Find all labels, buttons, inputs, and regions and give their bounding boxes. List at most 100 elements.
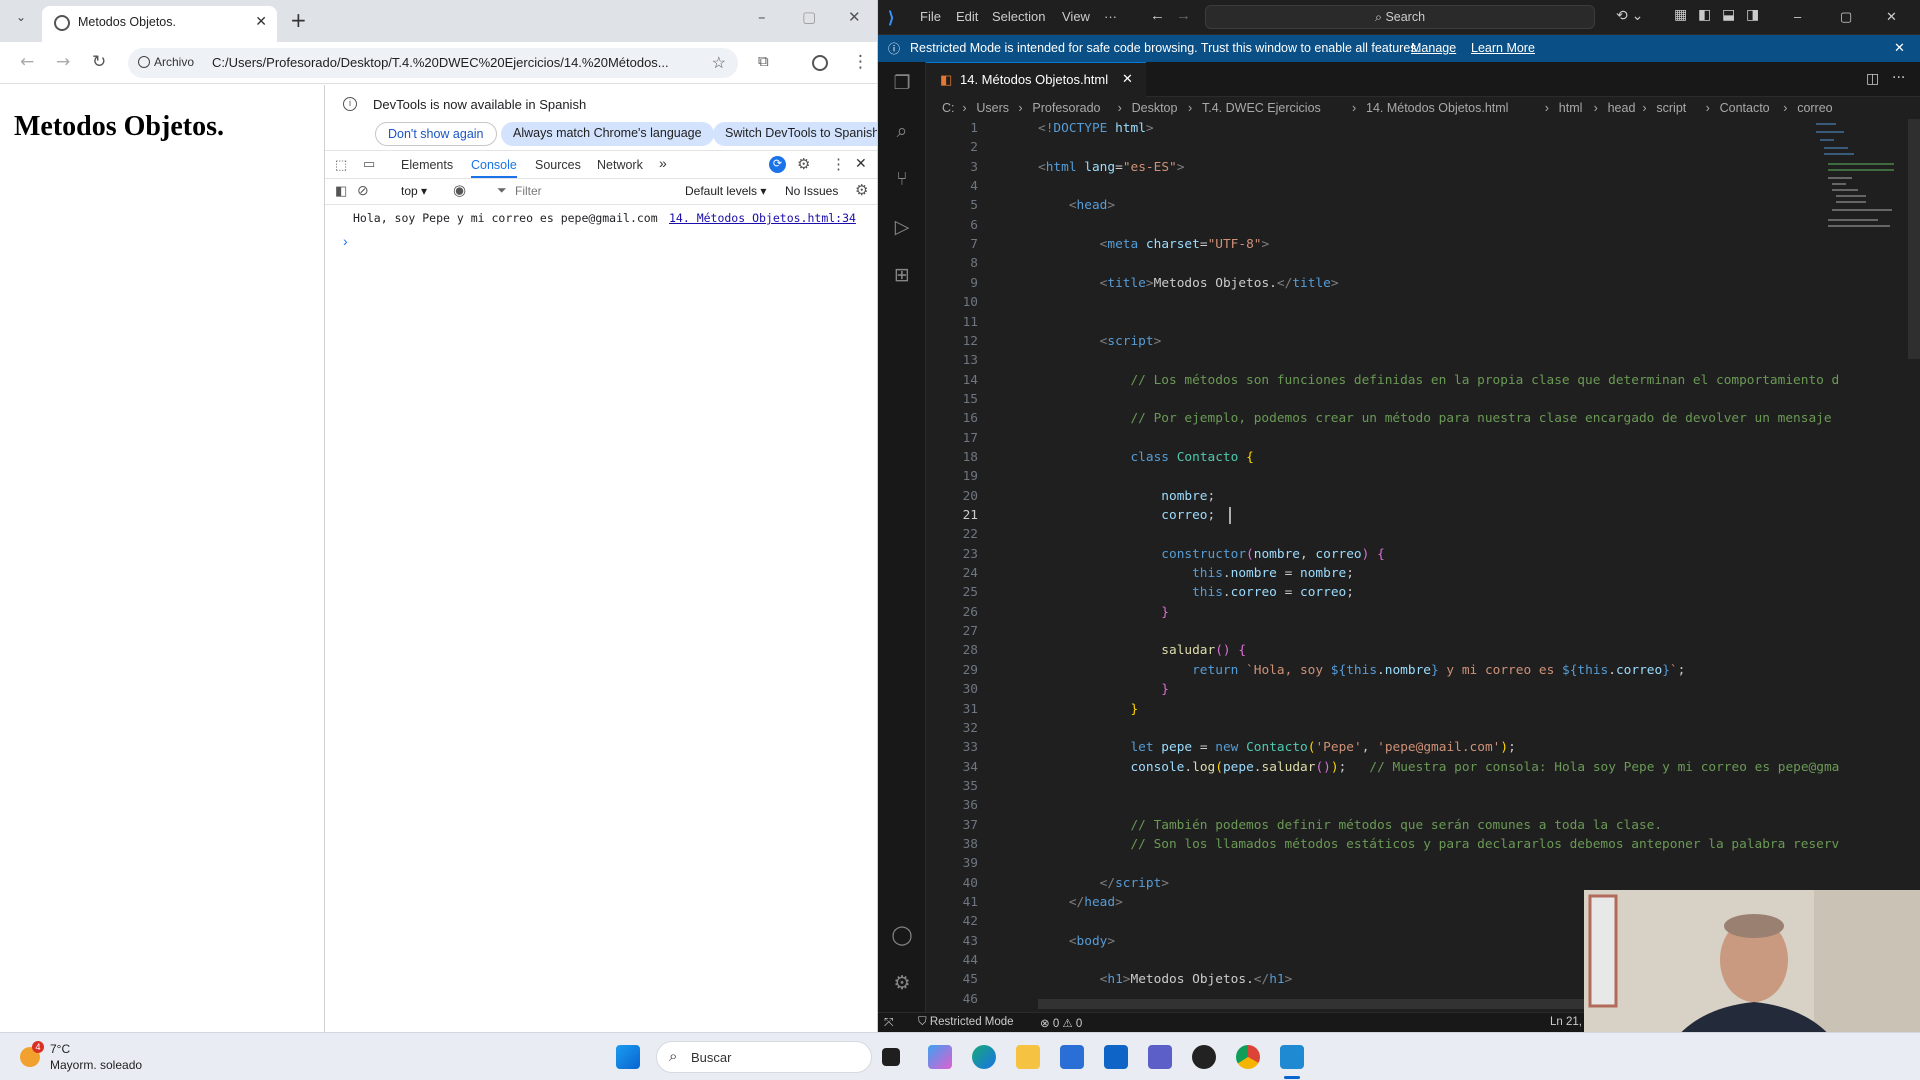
code-line[interactable]: <title>Metodos Objetos.</title>	[1038, 276, 1339, 291]
restricted-mode-status[interactable]: ⛉ Restricted Mode	[918, 1016, 1014, 1029]
toggle-secondary-sidebar-icon[interactable]: ◨	[1746, 6, 1759, 23]
code-line[interactable]: <h1>Metodos Objetos.</h1>	[1038, 972, 1293, 987]
code-line[interactable]: <body>	[1038, 934, 1115, 949]
chrome-icon[interactable]	[1236, 1045, 1260, 1069]
issues-counter[interactable]: No Issues	[785, 184, 838, 198]
code-line[interactable]: }	[1038, 682, 1169, 697]
banner-manage-link[interactable]: Manage	[1411, 41, 1456, 55]
settings-gear-icon[interactable]: ⚙	[797, 155, 810, 173]
minimap[interactable]	[1814, 119, 1898, 239]
menu-view[interactable]: View	[1062, 9, 1090, 24]
breadcrumb-segment[interactable]: Users	[976, 101, 1009, 115]
code-line[interactable]: }	[1038, 702, 1138, 717]
console-settings-gear-icon[interactable]: ⚙	[855, 181, 868, 199]
bookmark-star-icon[interactable]: ☆	[712, 53, 726, 73]
close-devtools-icon[interactable]: ✕	[855, 155, 867, 172]
outlook-icon[interactable]	[1104, 1045, 1128, 1069]
code-line[interactable]: correo;	[1038, 508, 1215, 523]
back-icon[interactable]: ←	[20, 52, 34, 72]
live-expression-eye-icon[interactable]: ◉	[453, 181, 466, 199]
tab-close-icon[interactable]: ✕	[255, 13, 267, 30]
menu-selection[interactable]: Selection	[992, 9, 1045, 24]
code-line[interactable]: <meta charset="UTF-8">	[1038, 237, 1270, 252]
log-source-link[interactable]: 14. Métodos Objetos.html:34	[669, 211, 856, 225]
breadcrumb-segment[interactable]: html	[1559, 101, 1583, 115]
vscode-taskbar-icon[interactable]	[1280, 1045, 1304, 1069]
breadcrumb-segment[interactable]: Desktop	[1132, 101, 1178, 115]
breadcrumb-segment[interactable]: head	[1608, 101, 1636, 115]
code-line[interactable]: <html lang="es-ES">	[1038, 160, 1184, 175]
copilot-icon[interactable]: ⟲ ⌄	[1616, 7, 1643, 24]
context-selector[interactable]: top ▾	[401, 184, 427, 198]
code-line[interactable]: <head>	[1038, 198, 1115, 213]
console-prompt[interactable]: ›	[343, 233, 348, 249]
store-icon[interactable]	[1060, 1045, 1084, 1069]
maximize-button[interactable]: ▢	[802, 8, 816, 26]
tab-search-icon[interactable]: ⌄	[16, 10, 26, 24]
breadcrumb-segment[interactable]: script	[1656, 101, 1686, 115]
devtools-menu-icon[interactable]: ⋮	[831, 155, 846, 173]
reload-icon[interactable]: ↻	[92, 52, 106, 72]
banner-close-icon[interactable]: ✕	[1894, 40, 1905, 56]
forward-icon[interactable]: →	[56, 52, 70, 72]
run-debug-icon[interactable]: ▷	[890, 216, 914, 240]
tab-network[interactable]: Network	[597, 158, 643, 172]
horizontal-scrollbar[interactable]	[1038, 999, 1638, 1009]
chrome-menu-icon[interactable]: ⋮	[852, 52, 869, 72]
weather-widget[interactable]: 4 7°C Mayorm. soleado	[18, 1041, 178, 1075]
device-toolbar-icon[interactable]: ▭	[363, 156, 375, 172]
breadcrumb-segment[interactable]: T.4. DWEC Ejercicios	[1202, 101, 1321, 115]
match-language-button[interactable]: Always match Chrome's language	[501, 122, 714, 146]
menu-more[interactable]: ···	[1104, 9, 1117, 24]
code-line[interactable]: // Son los llamados métodos estáticos y …	[1038, 837, 1839, 852]
new-tab-button[interactable]: +	[290, 8, 307, 32]
sync-icon[interactable]: ⟳	[769, 156, 786, 173]
address-bar[interactable]: Archivo C:/Users/Profesorado/Desktop/T.4…	[128, 48, 738, 78]
breadcrumb-segment[interactable]: correo	[1797, 101, 1832, 115]
task-view-icon[interactable]	[882, 1048, 900, 1066]
code-line[interactable]: return `Hola, soy ${this.nombre} y mi co…	[1038, 663, 1685, 678]
tab-console[interactable]: Console	[471, 158, 517, 178]
code-line[interactable]: <!DOCTYPE html>	[1038, 121, 1154, 136]
problems-status[interactable]: ⊗ 0 ⚠ 0	[1040, 1016, 1082, 1030]
start-windows-icon[interactable]	[616, 1045, 640, 1069]
menu-edit[interactable]: Edit	[956, 9, 978, 24]
source-control-icon[interactable]: ⑂	[890, 168, 914, 192]
close-window-button[interactable]: ✕	[1886, 9, 1897, 25]
teams-icon[interactable]	[1148, 1045, 1172, 1069]
code-line[interactable]: </head>	[1038, 895, 1123, 910]
inspect-element-icon[interactable]: ⬚	[335, 157, 347, 173]
file-explorer-icon[interactable]	[1016, 1045, 1040, 1069]
media-app-icon[interactable]	[1192, 1045, 1216, 1069]
site-info-chip[interactable]: Archivo	[138, 55, 202, 73]
code-line[interactable]: <script>	[1038, 334, 1162, 349]
browser-tab[interactable]: Metodos Objetos. ✕	[42, 6, 277, 42]
explorer-icon[interactable]: ❐	[890, 72, 914, 96]
layout-icon[interactable]: ▦	[1674, 6, 1687, 23]
code-line[interactable]: // Los métodos son funciones definidas e…	[1038, 373, 1839, 388]
code-editor[interactable]: 1 2 3 4 5 6 7 8 9 10 11 12 13 14 15 16 17 18 19 20 21 22 23 24 2…	[926, 119, 1920, 1026]
cursor-position-status[interactable]: Ln 21,	[1550, 1016, 1582, 1028]
breadcrumb-segment[interactable]: C:	[942, 101, 955, 115]
vertical-scrollbar[interactable]	[1908, 119, 1920, 359]
code-line[interactable]: console.log(pepe.saludar()); // Muestra …	[1038, 760, 1839, 775]
switch-to-spanish-button[interactable]: Switch DevTools to Spanish	[713, 122, 877, 146]
more-tabs-icon[interactable]: »	[659, 155, 667, 171]
minimize-button[interactable]: –	[1794, 9, 1801, 24]
url-text[interactable]: C:/Users/Profesorado/Desktop/T.4.%20DWEC…	[212, 55, 669, 70]
code-line[interactable]: // Por ejemplo, podemos crear un método …	[1038, 411, 1831, 426]
manage-gear-icon[interactable]: ⚙	[890, 972, 914, 996]
code-line[interactable]: nombre;	[1038, 489, 1215, 504]
clear-console-icon[interactable]: ⊘	[357, 182, 369, 199]
tab-elements[interactable]: Elements	[401, 158, 453, 172]
split-editor-icon[interactable]: ◫	[1866, 71, 1879, 87]
code-line[interactable]: saludar() {	[1038, 643, 1246, 658]
profile-icon[interactable]	[812, 55, 828, 71]
nav-forward-icon[interactable]: →	[1176, 7, 1191, 24]
accounts-icon[interactable]: ◯	[890, 924, 914, 948]
toggle-panel-icon[interactable]: ⬓	[1722, 6, 1735, 23]
banner-learn-more-link[interactable]: Learn More	[1471, 41, 1535, 55]
search-icon[interactable]: ⌕	[890, 120, 914, 144]
code-line[interactable]: this.correo = correo;	[1038, 585, 1354, 600]
code-line[interactable]: constructor(nombre, correo) {	[1038, 547, 1385, 562]
